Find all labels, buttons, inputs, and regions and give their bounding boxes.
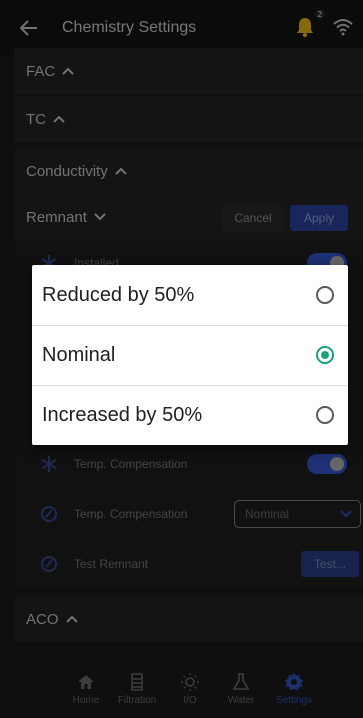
radio-selected[interactable] <box>316 346 334 364</box>
radio-unselected[interactable] <box>316 286 334 304</box>
option-reduced[interactable]: Reduced by 50% <box>32 265 348 325</box>
option-nominal[interactable]: Nominal <box>32 325 348 385</box>
option-label: Reduced by 50% <box>42 283 195 306</box>
option-increased[interactable]: Increased by 50% <box>32 385 348 445</box>
compensation-options-dialog: Reduced by 50% Nominal Increased by 50% <box>32 265 348 445</box>
radio-unselected[interactable] <box>316 406 334 424</box>
option-label: Increased by 50% <box>42 403 203 426</box>
option-label: Nominal <box>42 343 116 366</box>
chemistry-settings-screen: Chemistry Settings 2 FAC TC Conductivity… <box>0 0 363 718</box>
